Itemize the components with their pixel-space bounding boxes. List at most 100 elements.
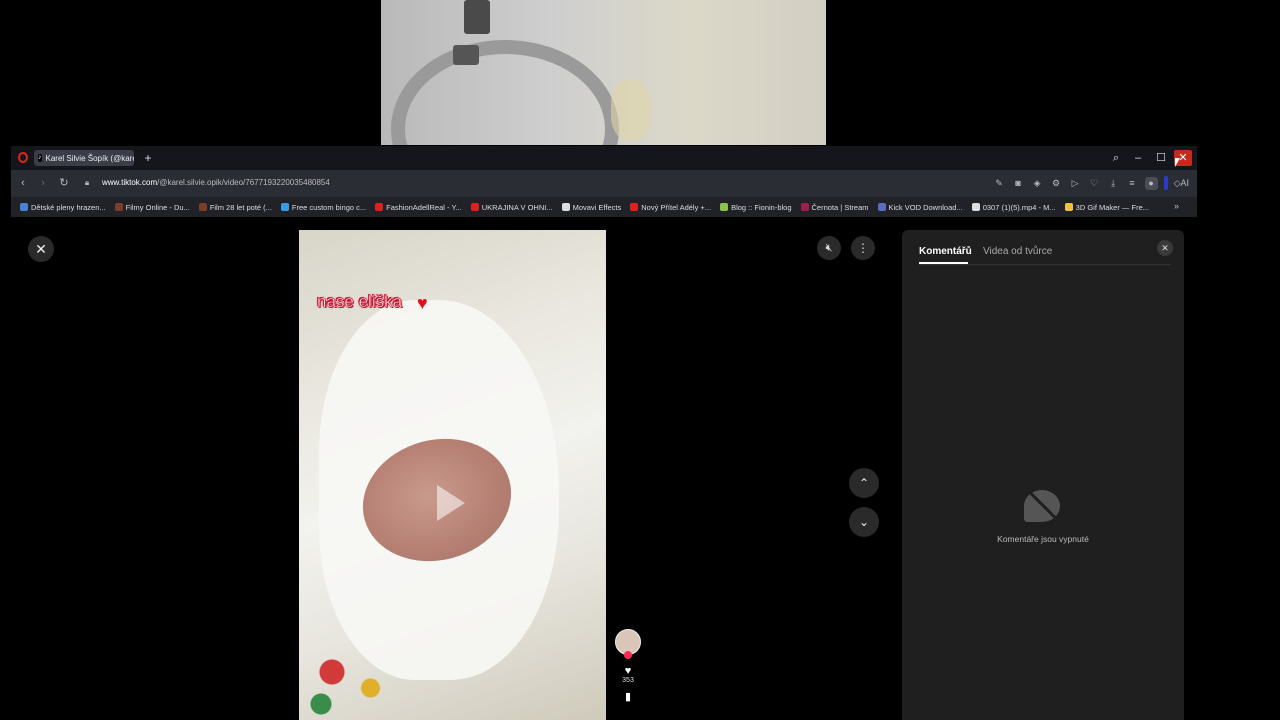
bookmark-item[interactable]: Kick VOD Download... (877, 202, 963, 212)
address-bar: ‹ › ↻ 🔒︎ www.tiktok.com/@karel.silvie.op… (11, 170, 1197, 197)
like-icon[interactable]: ♥ (615, 665, 641, 677)
bookmark-favicon-icon (470, 203, 479, 211)
mouse-cursor (1175, 158, 1180, 167)
close-panel-icon[interactable]: ✕ (1157, 240, 1173, 256)
bassinet-ring (391, 40, 619, 145)
tab-divider (919, 264, 1171, 265)
bookmark-item[interactable]: Nový Přítel Adély +... (630, 203, 711, 212)
play-icon[interactable] (437, 485, 465, 521)
bookmark-item[interactable]: 0307 (1)(5).mp4 - M... (971, 202, 1056, 212)
bookmark-favicon-icon (561, 203, 570, 211)
bookmark-label: 3D Gif Maker — Fre... (1075, 202, 1150, 212)
ai-button[interactable]: ◇AI (1174, 177, 1189, 190)
clip (453, 45, 479, 65)
download-icon[interactable]: ⤓ (1107, 177, 1120, 190)
bookmark-item[interactable]: Dětské pleny hrazen... (20, 203, 106, 212)
search-tabs-icon[interactable]: ⌕ (1107, 150, 1125, 166)
menu-icon[interactable]: ≡ (1126, 177, 1139, 190)
maximize-icon[interactable]: ☐ (1152, 150, 1170, 166)
like-count: 353 (622, 677, 634, 684)
bookmark-label: UKRAJINA V OHNI... (481, 202, 553, 212)
bookmark-label: Film 28 let poté (... (209, 202, 272, 212)
bookmark-favicon-icon (198, 203, 207, 211)
bookmark-label: Blog :: Fionin-blog (731, 202, 792, 212)
wall-stain (611, 80, 651, 140)
opera-logo-icon[interactable] (18, 152, 28, 163)
reload-icon[interactable]: ↻ (57, 176, 71, 190)
tiktok-icon: ♪ (38, 154, 42, 162)
comments-off-text: Komentáře jsou vypnuté (997, 534, 1089, 544)
bookmark-label: Kick VOD Download... (888, 202, 963, 212)
bookmark-favicon-icon (877, 203, 886, 211)
tab-title: Karel Silvie Šopík (@karel... (45, 153, 135, 163)
bookmark-favicon-icon (1064, 203, 1073, 211)
follow-plus-icon[interactable] (624, 651, 632, 659)
bookmark-label: 0307 (1)(5).mp4 - M... (982, 202, 1056, 212)
bookmark-item[interactable]: 3D Gif Maker — Fre... (1064, 202, 1150, 212)
bookmark-label: Černota | Stream (811, 202, 869, 212)
video-actions: ♥ 353 ▮ (615, 629, 641, 703)
next-video-button[interactable]: ⌄ (849, 507, 879, 537)
bookmark-icon[interactable]: ▮ (615, 690, 641, 703)
bookmark-label: Dětské pleny hrazen... (31, 202, 106, 212)
avatar[interactable] (615, 629, 641, 659)
more-bookmarks-icon[interactable]: » (1174, 201, 1183, 211)
back-icon[interactable]: ‹ (16, 176, 30, 190)
heart-icon[interactable]: ♡ (1088, 177, 1101, 190)
new-tab-icon[interactable]: + (142, 152, 154, 164)
browser-tab[interactable]: ♪ Karel Silvie Šopík (@karel... (34, 150, 134, 166)
sidebar-indicator (1163, 176, 1168, 190)
bookmark-label: Free custom bingo c... (291, 202, 367, 212)
strap (464, 0, 490, 34)
tiktok-page: ✕ nase eliška ♥ 🔇︎ ⋮ ⌃ ⌄ ♥ 353 ▮ Komentá… (11, 217, 1197, 720)
video-caption: nase eliška (317, 292, 403, 312)
bookmarks-bar: Dětské pleny hrazen... Filmy Online - Du.… (11, 197, 1197, 217)
minimize-icon[interactable]: – (1129, 150, 1147, 166)
tab-comments[interactable]: Komentářů (919, 246, 972, 257)
shield-icon[interactable]: ◈ (1031, 177, 1044, 190)
more-options-icon[interactable]: ⋮ (851, 236, 875, 260)
vpn-icon[interactable]: ⚙ (1050, 177, 1063, 190)
browser-window: ♪ Karel Silvie Šopík (@karel... + ⌕ – ☐ … (11, 146, 1197, 720)
previous-video-button[interactable]: ⌃ (849, 468, 879, 498)
mute-icon[interactable]: 🔇︎ (817, 236, 841, 260)
bookmark-favicon-icon (280, 203, 289, 211)
comments-panel: Komentářů Videa od tvůrce ✕ Komentáře js… (902, 230, 1184, 720)
tab-creator-videos[interactable]: Videa od tvůrce (983, 246, 1052, 257)
flower-pattern (299, 640, 409, 720)
bookmark-item[interactable]: FashionAdellReal - Y... (375, 203, 462, 212)
bookmark-item[interactable]: Černota | Stream (800, 202, 869, 212)
title-bar: ♪ Karel Silvie Šopík (@karel... + ⌕ – ☐ … (11, 146, 1197, 170)
url-domain: www.tiktok.com (102, 178, 158, 187)
profile-icon[interactable]: ● (1144, 176, 1158, 190)
toolbar-icons: ✎ ◙ ◈ ⚙ ▷ ♡ ⤓ ≡ ● ◇AI (993, 176, 1189, 190)
forward-icon[interactable]: › (36, 176, 50, 190)
url-path: /@karel.silvie.opik/video/76771932200354… (157, 178, 330, 187)
play-icon[interactable]: ▷ (1069, 177, 1082, 190)
bookmark-label: Filmy Online - Du... (125, 202, 190, 212)
heart-sticker-icon: ♥ (417, 293, 428, 313)
bookmark-item[interactable]: Film 28 let poté (... (198, 202, 272, 212)
edit-icon[interactable]: ✎ (993, 177, 1006, 190)
bookmark-item[interactable]: Blog :: Fionin-blog (720, 202, 792, 212)
camera-icon[interactable]: ◙ (1012, 177, 1025, 190)
bookmark-label: Movavi Effects (572, 202, 622, 212)
bookmark-item[interactable]: Movavi Effects (561, 202, 622, 212)
ai-label: AI (1180, 177, 1189, 188)
bookmark-item[interactable]: Free custom bingo c... (280, 202, 367, 212)
bookmark-favicon-icon (375, 203, 384, 211)
bookmark-item[interactable]: Filmy Online - Du... (114, 202, 190, 212)
bookmark-favicon-icon (630, 203, 639, 211)
bookmark-item[interactable]: UKRAJINA V OHNI... (470, 202, 553, 212)
bookmark-favicon-icon (114, 203, 123, 211)
bookmark-label: FashionAdellReal - Y... (386, 202, 462, 212)
url-field[interactable]: www.tiktok.com/@karel.silvie.opik/video/… (102, 178, 330, 187)
bookmark-favicon-icon (720, 203, 729, 211)
close-video-button[interactable]: ✕ (28, 236, 54, 262)
bookmark-favicon-icon (971, 203, 980, 211)
video-player[interactable]: nase eliška ♥ (299, 230, 606, 720)
background-video-frame (381, 0, 826, 145)
bookmark-favicon-icon (20, 203, 28, 211)
bookmark-favicon-icon (800, 203, 809, 211)
comments-off-icon (1024, 490, 1060, 522)
